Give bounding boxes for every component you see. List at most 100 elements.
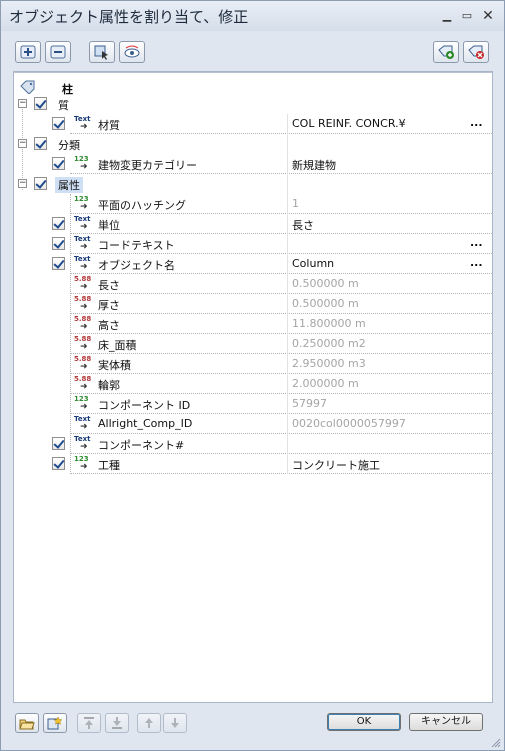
attribute-name: 単位 (98, 219, 120, 232)
window-title: オブジェクト属性を割り当て、修正 (9, 8, 249, 26)
attribute-row[interactable]: Text ➜ 単位 長さ (14, 214, 492, 234)
collapse-icon[interactable]: − (18, 139, 27, 148)
group-checkbox[interactable] (34, 177, 47, 190)
real-type-icon: 5.88 ➜ (74, 275, 92, 292)
restore-icon[interactable]: ▭ (461, 10, 473, 22)
attribute-row[interactable]: 5.88 ➜ 長さ 0.500000 m (14, 274, 492, 294)
attribute-tree-panel: 柱 − 質 Text ➜ 材質 COL REINF. CONCR.¥ ... − … (13, 71, 493, 703)
attribute-row[interactable]: Text ➜ コンポーネント# (14, 434, 492, 454)
attribute-value: 57997 (292, 397, 327, 410)
collapse-icon[interactable]: − (18, 99, 27, 108)
display-settings-button[interactable] (119, 41, 145, 63)
text-type-icon: Text ➜ (74, 415, 91, 432)
attribute-checkbox[interactable] (52, 457, 65, 470)
integer-type-icon: 123 ➜ (74, 395, 89, 412)
select-objects-button[interactable] (89, 41, 115, 63)
group-label: 分類 (58, 139, 80, 152)
move-bottom-icon (112, 717, 122, 729)
remove-attribute-button[interactable] (463, 41, 489, 63)
attribute-value: 1 (292, 197, 299, 210)
group-row-attributes[interactable]: − 属性 (14, 174, 492, 194)
attribute-name: 高さ (98, 319, 120, 332)
attribute-name: オブジェクト名 (98, 259, 175, 272)
dialog-window: オブジェクト属性を割り当て、修正 ▁ ▭ ✕ 柱 − 質 Text ➜ 材質 C… (0, 0, 505, 751)
tag-icon (20, 80, 35, 94)
browse-button[interactable]: ... (470, 257, 483, 271)
attribute-value: 0.500000 m (292, 297, 359, 310)
attribute-row[interactable]: 123 ➜ 平面のハッチング 1 (14, 194, 492, 214)
minimize-icon[interactable]: ▁ (441, 10, 453, 22)
close-icon[interactable]: ✕ (482, 9, 494, 23)
browse-button[interactable]: ... (470, 237, 483, 251)
move-down-button[interactable] (163, 713, 187, 733)
collapse-all-button[interactable] (45, 41, 71, 63)
arrow-up-icon (145, 718, 153, 728)
attribute-checkbox[interactable] (52, 117, 65, 130)
expand-plus-icon (20, 45, 36, 59)
attribute-value: 11.800000 m (292, 317, 366, 330)
attribute-checkbox[interactable] (52, 237, 65, 250)
save-star-icon (47, 716, 63, 730)
group-checkbox[interactable] (34, 97, 47, 110)
text-type-icon: Text ➜ (74, 115, 91, 132)
ok-button[interactable]: OK (327, 713, 401, 731)
arrow-down-icon (171, 718, 179, 728)
attribute-checkbox[interactable] (52, 257, 65, 270)
column-divider[interactable] (287, 114, 288, 474)
attribute-value[interactable]: 新規建物 (292, 157, 336, 173)
attribute-row[interactable]: 5.88 ➜ 床_面積 0.250000 m2 (14, 334, 492, 354)
group-row-material[interactable]: − 質 (14, 94, 492, 114)
attribute-row[interactable]: Text ➜ Allright_Comp_ID 0020col0000057997 (14, 414, 492, 434)
collapse-minus-icon (50, 45, 66, 59)
add-attribute-button[interactable] (433, 41, 459, 63)
save-favorites-button[interactable] (43, 713, 67, 733)
attribute-name: 長さ (98, 279, 120, 292)
remove-attribute-icon (468, 45, 484, 59)
collapse-icon[interactable]: − (18, 179, 27, 188)
move-top-icon (84, 717, 94, 729)
browse-button[interactable]: ... (470, 117, 483, 131)
group-checkbox[interactable] (34, 137, 47, 150)
move-bottom-button[interactable] (105, 713, 129, 733)
attribute-row[interactable]: Text ➜ オブジェクト名 Column ... (14, 254, 492, 274)
attribute-checkbox[interactable] (52, 217, 65, 230)
folder-open-icon (19, 719, 35, 730)
text-type-icon: Text ➜ (74, 215, 91, 232)
toolbar (1, 31, 504, 71)
attribute-value: 2.000000 m (292, 377, 359, 390)
attribute-checkbox[interactable] (52, 437, 65, 450)
move-top-button[interactable] (77, 713, 101, 733)
integer-type-icon: 123 ➜ (74, 195, 89, 212)
attribute-value[interactable]: 長さ (292, 217, 314, 233)
attribute-name: 材質 (98, 119, 120, 132)
expand-all-button[interactable] (15, 41, 41, 63)
move-up-button[interactable] (137, 713, 161, 733)
text-type-icon: Text ➜ (74, 255, 91, 272)
attribute-row[interactable]: 123 ➜ コンポーネント ID 57997 (14, 394, 492, 414)
attribute-row[interactable]: 5.88 ➜ 輪郭 2.000000 m (14, 374, 492, 394)
attribute-name: コンポーネント ID (98, 399, 191, 412)
attribute-row[interactable]: Text ➜ 材質 COL REINF. CONCR.¥ ... (14, 114, 492, 134)
attribute-value[interactable]: コンクリート施工 (292, 457, 380, 473)
real-type-icon: 5.88 ➜ (74, 335, 92, 352)
attribute-name: コードテキスト (98, 239, 175, 252)
open-favorites-button[interactable] (15, 713, 39, 733)
attribute-checkbox[interactable] (52, 157, 65, 170)
attribute-row[interactable]: 5.88 ➜ 高さ 11.800000 m (14, 314, 492, 334)
real-type-icon: 5.88 ➜ (74, 315, 92, 332)
attribute-row[interactable]: 5.88 ➜ 実体積 2.950000 m3 (14, 354, 492, 374)
attribute-name: 平面のハッチング (98, 199, 186, 212)
attribute-value[interactable]: Column (292, 257, 334, 270)
group-row-category[interactable]: − 分類 (14, 134, 492, 154)
attribute-row[interactable]: 123 ➜ 建物変更カテゴリー 新規建物 (14, 154, 492, 174)
title-bar[interactable]: オブジェクト属性を割り当て、修正 ▁ ▭ ✕ (1, 1, 504, 31)
attribute-row[interactable]: 5.88 ➜ 厚さ 0.500000 m (14, 294, 492, 314)
attribute-value[interactable]: COL REINF. CONCR.¥ (292, 117, 406, 130)
cancel-button[interactable]: キャンセル (409, 713, 483, 731)
attribute-value: 2.950000 m3 (292, 357, 366, 370)
resize-grip-icon[interactable] (491, 738, 501, 748)
add-attribute-icon (438, 45, 454, 59)
attribute-row[interactable]: 123 ➜ 工種 コンクリート施工 (14, 454, 492, 474)
attribute-name: 工種 (98, 459, 120, 472)
attribute-row[interactable]: Text ➜ コードテキスト ... (14, 234, 492, 254)
